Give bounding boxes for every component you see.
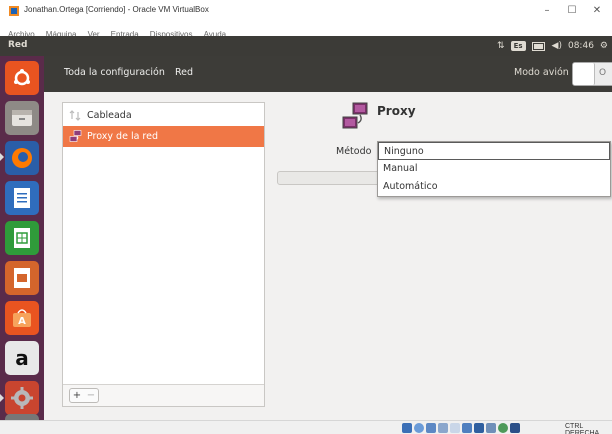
libreoffice-impress-icon: [14, 268, 30, 288]
close-button[interactable]: ✕: [585, 3, 609, 19]
network-arrows-icon[interactable]: ⇅: [497, 41, 505, 51]
maximize-button[interactable]: ☐: [560, 3, 584, 19]
device-item-label: Cableada: [87, 110, 132, 121]
libreoffice-writer-icon: [14, 188, 30, 208]
device-status-icons: [402, 423, 520, 433]
running-indicator: [0, 153, 4, 161]
method-label: Método: [336, 146, 372, 157]
network-proxy-large-icon: [342, 102, 368, 129]
hard-disk-icon[interactable]: [402, 423, 412, 433]
toggle-state-label: O: [599, 68, 607, 78]
device-list: Cableada Proxy de la red + −: [62, 102, 265, 407]
top-panel: Red ⇅ Es ◀) 08:46 ⚙: [0, 36, 612, 56]
launcher: A a: [0, 56, 44, 420]
ubuntu-dash-icon: [14, 69, 30, 86]
toggle-knob[interactable]: [573, 63, 595, 85]
network-adapter-icon[interactable]: [438, 423, 448, 433]
usb-icon[interactable]: [450, 423, 460, 433]
airplane-mode-toggle[interactable]: O: [572, 62, 612, 86]
volume-icon[interactable]: ◀): [552, 41, 562, 51]
airplane-mode-label: Modo avión: [514, 67, 569, 78]
running-indicator: [0, 394, 4, 402]
keyboard-layout-indicator[interactable]: Es: [510, 41, 526, 51]
launcher-item-calc[interactable]: [5, 221, 39, 255]
mouse-integration-icon[interactable]: [498, 423, 508, 433]
device-list-toolbar: + −: [63, 384, 264, 406]
all-settings-button[interactable]: Toda la configuración: [64, 67, 165, 78]
audio-icon[interactable]: [426, 423, 436, 433]
launcher-item-software[interactable]: A: [5, 301, 39, 335]
optical-drive-icon[interactable]: [414, 423, 424, 433]
video-capture-icon[interactable]: [486, 423, 496, 433]
wired-network-icon: [69, 110, 81, 121]
method-option-manual[interactable]: Manual: [378, 160, 610, 178]
method-option-automatico[interactable]: Automático: [378, 178, 610, 196]
launcher-item-firefox[interactable]: [5, 141, 39, 175]
vbox-menubar: Archivo Máquina Ver Entrada Dispositivos…: [0, 22, 612, 39]
method-combo-background: [277, 171, 380, 185]
system-settings-icon: [11, 387, 33, 409]
svg-text:A: A: [18, 316, 26, 327]
launcher-item-writer[interactable]: [5, 181, 39, 215]
method-option-ninguno[interactable]: Ninguno: [378, 142, 610, 160]
add-remove-buttons: + −: [69, 388, 99, 403]
launcher-item-dash[interactable]: [5, 61, 39, 95]
virtualbox-icon: [9, 6, 19, 16]
shared-folders-icon[interactable]: [462, 423, 472, 433]
panel-app-title: Red: [8, 40, 28, 50]
files-icon: [12, 110, 32, 126]
host-key-label: CTRL DERECHA: [565, 423, 600, 434]
device-item-proxy[interactable]: Proxy de la red: [63, 126, 264, 147]
ubuntu-software-icon: A: [13, 309, 31, 327]
page-title: Red: [175, 67, 194, 78]
network-proxy-icon: [69, 130, 82, 142]
settings-header-bar: Toda la configuración Red Modo avión O: [44, 56, 612, 92]
battery-icon[interactable]: [531, 41, 546, 51]
vbox-window-title: Jonathan.Ortega [Corriendo] - Oracle VM …: [24, 5, 209, 14]
launcher-item-files[interactable]: [5, 101, 39, 135]
vbox-statusbar: CTRL DERECHA: [0, 420, 612, 434]
amazon-icon: a: [15, 346, 29, 370]
firefox-icon: [12, 148, 32, 168]
launcher-item-settings[interactable]: [5, 381, 39, 415]
vbox-titlebar: Jonathan.Ortega [Corriendo] - Oracle VM …: [0, 0, 612, 22]
minimize-button[interactable]: –: [535, 3, 559, 19]
gear-icon[interactable]: ⚙: [600, 41, 608, 51]
network-settings-content: Cableada Proxy de la red + − Proxy Métod…: [44, 92, 612, 420]
proxy-heading: Proxy: [377, 104, 416, 118]
device-item-wired[interactable]: Cableada: [63, 105, 264, 126]
libreoffice-calc-icon: [14, 228, 30, 248]
remove-device-button[interactable]: −: [84, 389, 98, 402]
device-item-label: Proxy de la red: [87, 131, 158, 142]
method-dropdown-menu: Ninguno Manual Automático: [377, 141, 611, 197]
launcher-item-impress[interactable]: [5, 261, 39, 295]
keyboard-capture-icon[interactable]: [510, 423, 520, 433]
launcher-item-amazon[interactable]: a: [5, 341, 39, 375]
display-icon[interactable]: [474, 423, 484, 433]
add-device-button[interactable]: +: [70, 389, 84, 402]
system-tray: ⇅ Es ◀) 08:46 ⚙: [497, 38, 608, 54]
clock[interactable]: 08:46: [568, 41, 594, 51]
